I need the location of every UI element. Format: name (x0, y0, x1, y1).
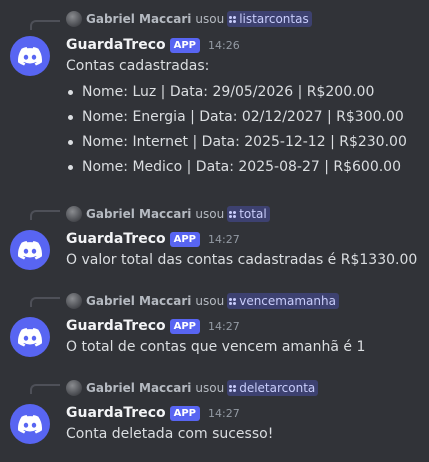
user-avatar-small[interactable] (66, 206, 82, 222)
reply-verb: usou (195, 12, 225, 26)
reply-username[interactable]: Gabriel Maccari (86, 207, 191, 221)
user-avatar-small[interactable] (66, 11, 82, 27)
list-item: Nome: Internet | Data: 2025-12-12 | R$23… (66, 133, 407, 158)
discord-logo-icon (18, 240, 42, 259)
message-timestamp[interactable]: 14:27 (208, 233, 240, 246)
reply-verb: usou (195, 294, 225, 308)
chat-messages-area: Gabriel Maccari usou listarcontas Guarda… (0, 0, 429, 462)
command-name: listarcontas (239, 12, 309, 26)
list-item: Nome: Medico | Data: 2025-08-27 | R$600.… (66, 158, 407, 183)
command-mention[interactable]: vencemamanha (227, 293, 339, 309)
command-reply-header[interactable]: Gabriel Maccari usou listarcontas (66, 10, 312, 28)
discord-logo-icon (18, 46, 42, 65)
list-item: Nome: Luz | Data: 29/05/2026 | R$200.00 (66, 83, 407, 108)
command-name: total (239, 207, 267, 221)
slash-command-icon (229, 384, 237, 392)
app-badge: APP (169, 405, 201, 421)
bot-username[interactable]: GuardaTreco (66, 318, 166, 334)
command-reply-header[interactable]: Gabriel Maccari usou vencemamanha (66, 292, 339, 310)
reply-username[interactable]: Gabriel Maccari (86, 294, 191, 308)
bot-avatar[interactable] (10, 230, 50, 270)
message-header: GuardaTreco APP 14:26 (66, 35, 240, 55)
discord-logo-icon (18, 414, 42, 433)
bot-avatar[interactable] (10, 404, 50, 444)
message-text: Conta deletada com sucesso! (66, 426, 274, 442)
reply-username[interactable]: Gabriel Maccari (86, 12, 191, 26)
message-header: GuardaTreco APP 14:27 (66, 229, 240, 249)
reply-connector (30, 384, 60, 394)
app-badge: APP (169, 231, 201, 247)
accounts-list: Nome: Luz | Data: 29/05/2026 | R$200.00 … (66, 83, 407, 183)
message-timestamp[interactable]: 14:27 (208, 320, 240, 333)
slash-command-icon (229, 210, 237, 218)
message-text: Contas cadastradas: (66, 58, 210, 74)
message-header: GuardaTreco APP 14:27 (66, 403, 240, 423)
command-reply-header[interactable]: Gabriel Maccari usou total (66, 205, 270, 223)
command-mention[interactable]: total (227, 206, 270, 222)
slash-command-icon (229, 297, 237, 305)
command-name: deletarconta (239, 381, 316, 395)
slash-command-icon (229, 15, 237, 23)
user-avatar-small[interactable] (66, 380, 82, 396)
app-badge: APP (169, 318, 201, 334)
message-text: O total de contas que vencem amanhã é 1 (66, 339, 366, 355)
command-mention[interactable]: deletarconta (227, 380, 319, 396)
message-timestamp[interactable]: 14:27 (208, 407, 240, 420)
reply-connector (30, 210, 60, 220)
discord-logo-icon (18, 327, 42, 346)
message-timestamp[interactable]: 14:26 (208, 39, 240, 52)
bot-username[interactable]: GuardaTreco (66, 37, 166, 53)
reply-username[interactable]: Gabriel Maccari (86, 381, 191, 395)
reply-connector (30, 297, 60, 307)
bot-username[interactable]: GuardaTreco (66, 405, 166, 421)
command-mention[interactable]: listarcontas (227, 11, 312, 27)
reply-verb: usou (195, 207, 225, 221)
bot-avatar[interactable] (10, 36, 50, 76)
reply-connector (30, 20, 60, 30)
user-avatar-small[interactable] (66, 293, 82, 309)
command-name: vencemamanha (239, 294, 336, 308)
list-item: Nome: Energia | Data: 02/12/2027 | R$300… (66, 108, 407, 133)
reply-verb: usou (195, 381, 225, 395)
message-header: GuardaTreco APP 14:27 (66, 316, 240, 336)
command-reply-header[interactable]: Gabriel Maccari usou deletarconta (66, 379, 319, 397)
bot-avatar[interactable] (10, 317, 50, 357)
message-text: O valor total das contas cadastradas é R… (66, 252, 418, 268)
app-badge: APP (169, 37, 201, 53)
bot-username[interactable]: GuardaTreco (66, 231, 166, 247)
